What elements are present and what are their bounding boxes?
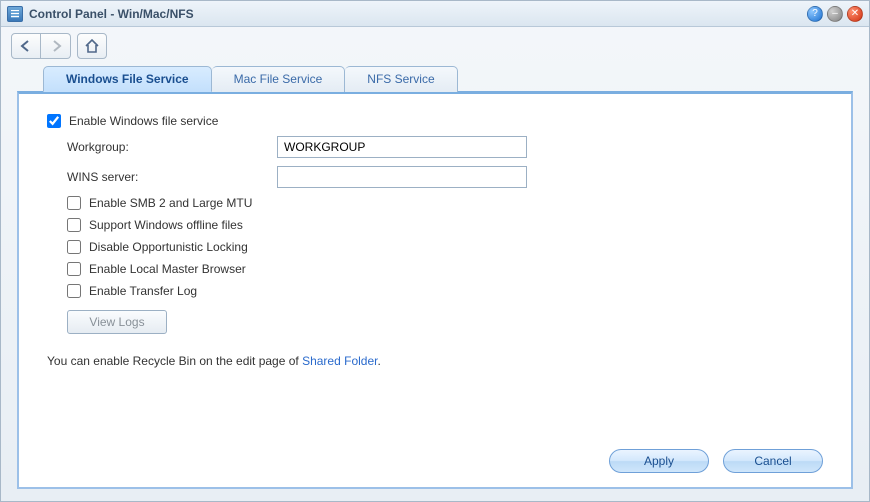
checkbox-oplock[interactable] [67, 240, 81, 254]
tabs-row: Windows File Service Mac File Service NF… [17, 65, 853, 91]
label-lmb: Enable Local Master Browser [89, 262, 246, 276]
label-xferlog: Enable Transfer Log [89, 284, 197, 298]
recycle-bin-note: You can enable Recycle Bin on the edit p… [47, 354, 823, 368]
apply-button[interactable]: Apply [609, 449, 709, 473]
view-logs-button[interactable]: View Logs [67, 310, 167, 334]
row-view-logs: View Logs [67, 306, 823, 334]
label-smb2: Enable SMB 2 and Large MTU [89, 196, 252, 210]
note-prefix: You can enable Recycle Bin on the edit p… [47, 354, 302, 368]
row-offline: Support Windows offline files [67, 218, 823, 232]
toolbar [1, 27, 869, 65]
arrow-right-icon [49, 40, 63, 52]
row-enable-windows: Enable Windows file service [47, 114, 823, 128]
tab-nfs-service[interactable]: NFS Service [345, 66, 457, 92]
checkbox-lmb[interactable] [67, 262, 81, 276]
forward-button[interactable] [41, 33, 71, 59]
input-wins[interactable] [277, 166, 527, 188]
footer-buttons: Apply Cancel [47, 439, 823, 473]
row-wins: WINS server: [67, 166, 823, 188]
content-area: Windows File Service Mac File Service NF… [1, 65, 869, 501]
row-workgroup: Workgroup: [67, 136, 823, 158]
back-button[interactable] [11, 33, 41, 59]
panel-windows-file-service: Enable Windows file service Workgroup: W… [17, 91, 853, 489]
row-lmb: Enable Local Master Browser [67, 262, 823, 276]
nav-group [11, 33, 71, 59]
tab-mac-file-service[interactable]: Mac File Service [212, 66, 346, 92]
shared-folder-link[interactable]: Shared Folder [302, 354, 377, 368]
checkbox-enable-windows[interactable] [47, 114, 61, 128]
help-icon[interactable]: ? [807, 6, 823, 22]
arrow-left-icon [19, 40, 33, 52]
label-oplock: Disable Opportunistic Locking [89, 240, 248, 254]
checkbox-xferlog[interactable] [67, 284, 81, 298]
row-oplock: Disable Opportunistic Locking [67, 240, 823, 254]
home-button[interactable] [77, 33, 107, 59]
label-offline: Support Windows offline files [89, 218, 243, 232]
checkbox-offline[interactable] [67, 218, 81, 232]
input-workgroup[interactable] [277, 136, 527, 158]
tab-windows-file-service[interactable]: Windows File Service [43, 66, 212, 92]
row-smb2: Enable SMB 2 and Large MTU [67, 196, 823, 210]
note-suffix: . [377, 354, 380, 368]
close-icon[interactable]: ✕ [847, 6, 863, 22]
control-panel-window: Control Panel - Win/Mac/NFS ? – ✕ Window… [0, 0, 870, 502]
app-icon [7, 6, 23, 22]
window-title: Control Panel - Win/Mac/NFS [29, 7, 194, 21]
cancel-button[interactable]: Cancel [723, 449, 823, 473]
minimize-icon[interactable]: – [827, 6, 843, 22]
checkbox-smb2[interactable] [67, 196, 81, 210]
home-icon [84, 39, 100, 53]
label-workgroup: Workgroup: [67, 140, 277, 154]
label-enable-windows: Enable Windows file service [69, 114, 218, 128]
row-xferlog: Enable Transfer Log [67, 284, 823, 298]
label-wins: WINS server: [67, 170, 277, 184]
titlebar: Control Panel - Win/Mac/NFS ? – ✕ [1, 1, 869, 27]
